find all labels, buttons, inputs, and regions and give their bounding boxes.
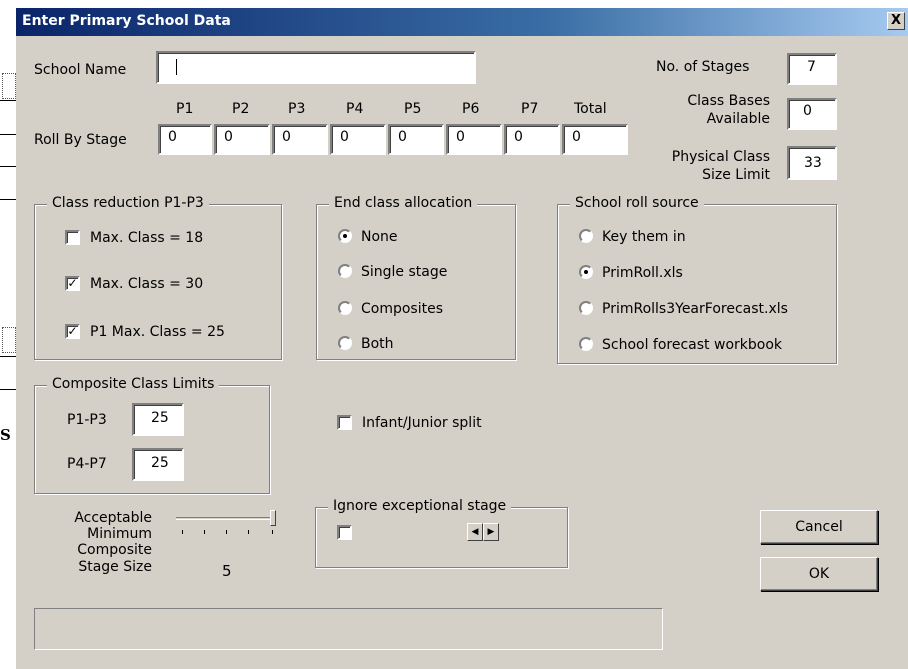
max-class-30-label[interactable]: Max. Class = 30 xyxy=(90,276,203,292)
slider-thumb[interactable] xyxy=(270,510,276,526)
end-class-both-radio[interactable] xyxy=(338,336,352,350)
ignore-exceptional-stage-legend: Ignore exceptional stage xyxy=(328,498,512,514)
spin-right-button[interactable]: ▶ xyxy=(483,523,499,541)
end-class-allocation-legend: End class allocation xyxy=(329,195,478,211)
ignore-exceptional-stage-group: Ignore exceptional stage xyxy=(315,498,568,568)
physical-limit-label-line1: Physical Class xyxy=(671,149,770,165)
class-bases-input[interactable]: 0 xyxy=(787,98,837,130)
school-roll-source-legend: School roll source xyxy=(570,195,704,211)
school-name-input[interactable] xyxy=(156,51,476,84)
roll-input-p4[interactable]: 0 xyxy=(330,124,386,155)
end-class-single-stage-label[interactable]: Single stage xyxy=(361,264,447,280)
slider-tick xyxy=(204,530,205,534)
class-reduction-legend: Class reduction P1-P3 xyxy=(47,195,209,211)
roll-source-primroll-label[interactable]: PrimRoll.xls xyxy=(602,265,683,281)
end-class-none-label[interactable]: None xyxy=(361,229,398,245)
close-button[interactable]: X xyxy=(887,12,905,30)
roll-source-3year-radio[interactable] xyxy=(579,301,593,315)
roll-source-key-in-label[interactable]: Key them in xyxy=(602,229,686,245)
class-bases-label-line2: Available xyxy=(706,111,770,127)
end-class-both-label[interactable]: Both xyxy=(361,336,394,352)
class-bases-label-line1: Class Bases xyxy=(687,93,770,109)
school-name-label: School Name xyxy=(34,62,127,78)
stage-label-p2: P2 xyxy=(232,101,250,117)
spin-left-button[interactable]: ◀ xyxy=(467,523,483,541)
min-composite-label-line2: Minimum xyxy=(87,526,152,542)
composite-class-limits-legend: Composite Class Limits xyxy=(47,376,220,392)
max-class-18-label[interactable]: Max. Class = 18 xyxy=(90,230,203,246)
slider-tick xyxy=(182,530,183,534)
roll-input-p3[interactable]: 0 xyxy=(272,124,328,155)
max-class-18-checkbox[interactable] xyxy=(65,230,80,245)
stage-label-p1: P1 xyxy=(176,101,194,117)
min-composite-label-line1: Acceptable xyxy=(74,510,152,526)
physical-limit-label-line2: Size Limit xyxy=(702,167,770,183)
roll-by-stage-label: Roll By Stage xyxy=(34,132,127,148)
infant-junior-split-checkbox[interactable] xyxy=(337,415,352,430)
ignore-exceptional-stage-checkbox[interactable] xyxy=(337,525,352,540)
background-partial-text: S xyxy=(0,426,11,444)
physical-limit-input[interactable]: 33 xyxy=(787,146,837,180)
end-class-composites-radio[interactable] xyxy=(338,301,352,315)
roll-source-workbook-radio[interactable] xyxy=(579,337,593,351)
roll-source-primroll-radio[interactable] xyxy=(579,265,593,279)
roll-input-p2[interactable]: 0 xyxy=(214,124,270,155)
slider-tick xyxy=(226,530,227,534)
p1-p3-limit-label: P1-P3 xyxy=(67,412,107,428)
background-dotted-handle xyxy=(2,73,16,99)
p4-p7-limit-input[interactable]: 25 xyxy=(132,448,184,481)
infant-junior-split-label[interactable]: Infant/Junior split xyxy=(362,415,482,431)
p1-max-class-25-checkbox[interactable]: ✓ xyxy=(65,324,80,339)
end-class-composites-label[interactable]: Composites xyxy=(361,301,443,317)
background-dotted-handle xyxy=(2,327,16,353)
p1-max-class-25-label[interactable]: P1 Max. Class = 25 xyxy=(90,324,225,340)
text-cursor xyxy=(176,59,177,75)
end-class-single-stage-radio[interactable] xyxy=(338,264,352,278)
min-composite-label-line3: Composite xyxy=(77,542,152,558)
ok-button[interactable]: OK xyxy=(760,557,878,591)
status-area xyxy=(34,608,663,650)
roll-source-key-in-radio[interactable] xyxy=(579,229,593,243)
min-composite-label-line4: Stage Size xyxy=(78,559,152,575)
stage-label-p7: P7 xyxy=(521,101,539,117)
stage-label-p4: P4 xyxy=(346,101,364,117)
slider-track xyxy=(176,517,276,520)
roll-source-3year-label[interactable]: PrimRolls3YearForecast.xls xyxy=(602,301,788,317)
slider-tick xyxy=(248,530,249,534)
slider-tick xyxy=(272,530,273,534)
dialog-titlebar[interactable]: Enter Primary School Data X xyxy=(16,8,908,36)
p4-p7-limit-label: P4-P7 xyxy=(67,456,107,472)
roll-input-total[interactable]: 0 xyxy=(562,124,628,155)
no-of-stages-input[interactable]: 7 xyxy=(787,53,837,85)
roll-source-workbook-label[interactable]: School forecast workbook xyxy=(602,337,782,353)
min-composite-value: 5 xyxy=(222,562,232,580)
p1-p3-limit-input[interactable]: 25 xyxy=(132,403,184,436)
stage-label-total: Total xyxy=(574,101,607,117)
no-of-stages-label: No. of Stages xyxy=(656,59,750,75)
cancel-button[interactable]: Cancel xyxy=(760,510,878,544)
stage-label-p5: P5 xyxy=(404,101,422,117)
roll-input-p5[interactable]: 0 xyxy=(388,124,444,155)
roll-input-p1[interactable]: 0 xyxy=(158,124,212,155)
end-class-none-radio[interactable] xyxy=(338,229,352,243)
roll-input-p7[interactable]: 0 xyxy=(504,124,560,155)
dialog-title: Enter Primary School Data xyxy=(22,13,231,29)
enter-school-data-dialog: Enter Primary School Data X School Name … xyxy=(16,8,908,669)
roll-input-p6[interactable]: 0 xyxy=(446,124,502,155)
stage-label-p6: P6 xyxy=(462,101,480,117)
max-class-30-checkbox[interactable]: ✓ xyxy=(65,276,80,291)
stage-label-p3: P3 xyxy=(288,101,306,117)
